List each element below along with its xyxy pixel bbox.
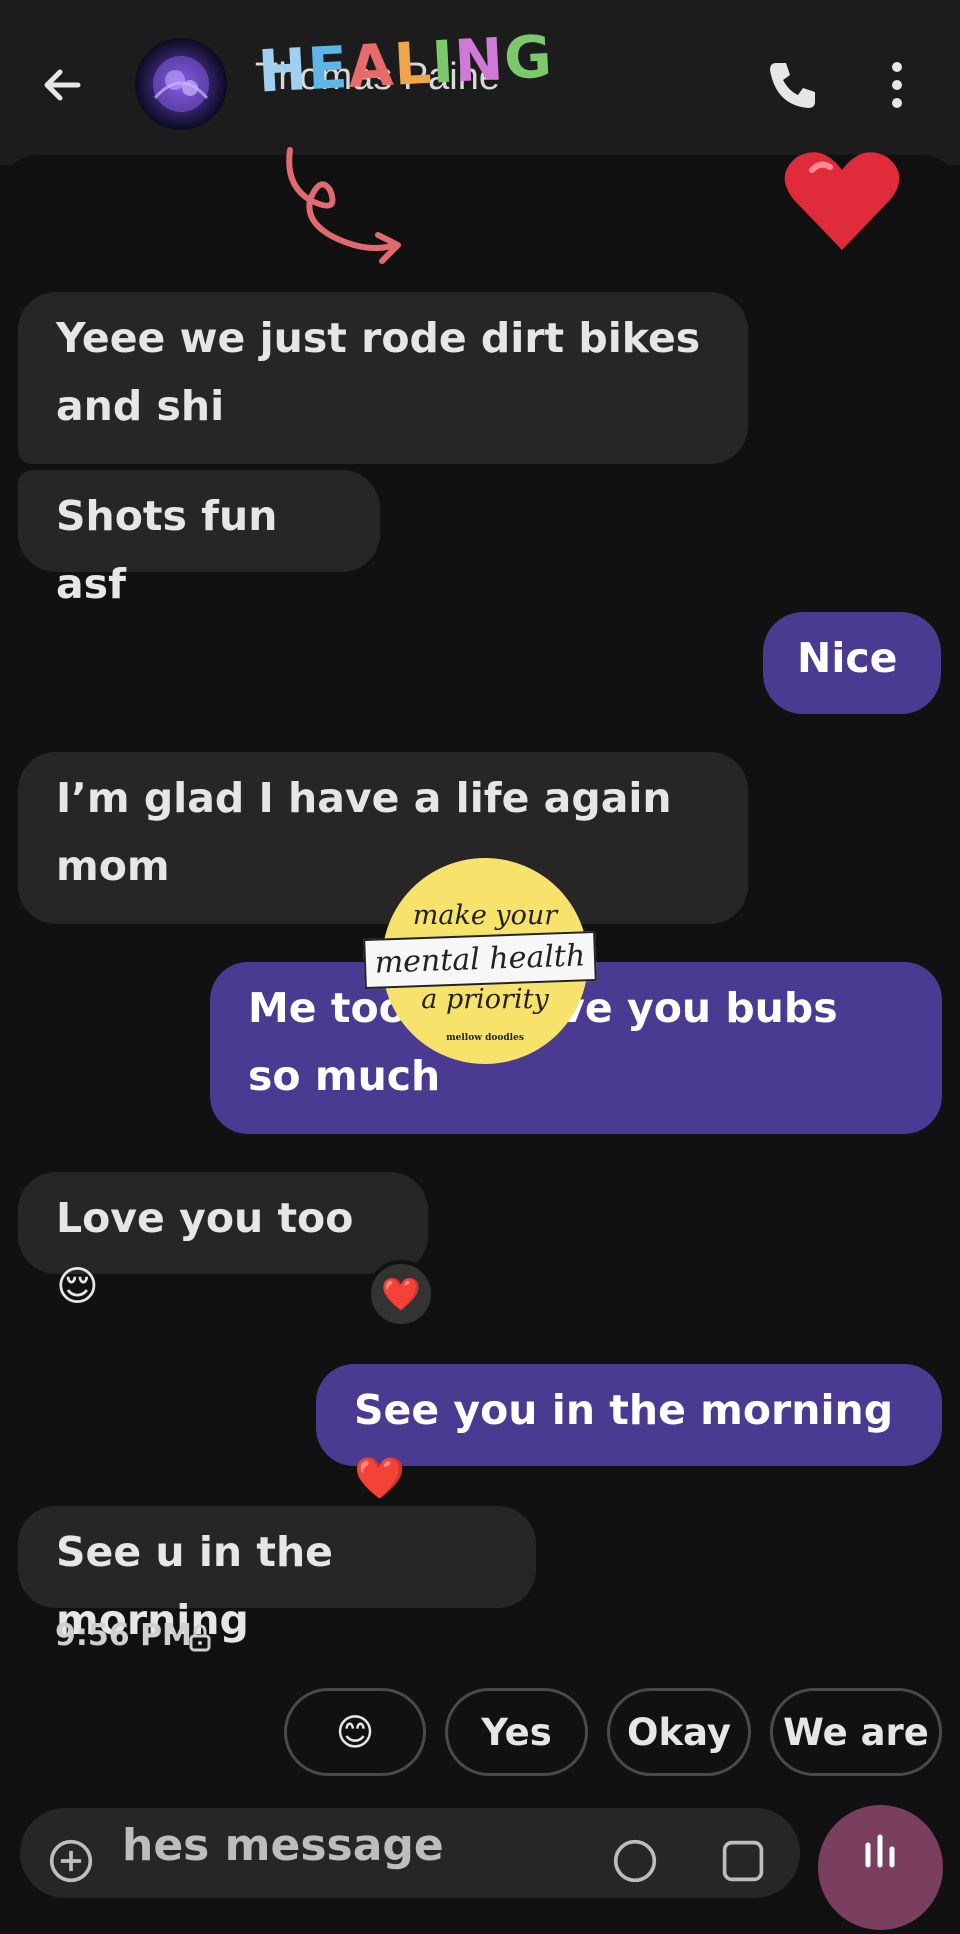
message-text: mom — [56, 842, 170, 890]
message-text: so much — [248, 1052, 441, 1100]
healing-letter: H — [256, 35, 310, 106]
avatar-image — [153, 56, 209, 112]
smart-reply-label: Yes — [481, 1710, 552, 1754]
smart-reply-label: 😊 — [335, 1710, 375, 1754]
smart-reply-label: Okay — [626, 1710, 731, 1754]
message-bubble-outgoing[interactable]: Nice — [763, 612, 941, 714]
heart-reaction-badge[interactable]: ❤️ — [367, 1260, 435, 1328]
message-input[interactable]: hes message — [122, 1820, 444, 1871]
back-arrow-icon[interactable] — [38, 60, 88, 110]
message-text: See you in the morning ❤️ — [354, 1386, 894, 1502]
gallery-icon[interactable] — [720, 1838, 766, 1884]
healing-letter: L — [392, 28, 434, 99]
healing-letter: E — [305, 33, 351, 104]
healing-letter: G — [502, 22, 555, 93]
message-bubble-incoming[interactable]: I’m glad I have a life again mom — [18, 752, 748, 924]
sticker-line-2: mental health — [363, 930, 597, 990]
smart-reply-yes[interactable]: Yes — [445, 1688, 588, 1776]
smart-reply-label: We are — [783, 1710, 929, 1754]
curly-arrow-icon — [286, 147, 401, 264]
message-bubble-incoming[interactable]: See u in the morning — [18, 1506, 536, 1644]
message-text: Nice — [797, 634, 898, 682]
more-options-icon[interactable] — [882, 55, 912, 115]
phone-icon[interactable] — [762, 55, 822, 115]
add-icon[interactable] — [48, 1838, 94, 1884]
smart-reply-emoji[interactable]: 😊 — [284, 1688, 426, 1776]
message-timestamp: 9:56 PM — [55, 1618, 192, 1653]
message-text: Shots fun asf — [56, 492, 278, 608]
message-text: and shi — [56, 382, 225, 430]
message-text: I’m glad I have a life again — [56, 774, 672, 822]
contact-avatar[interactable] — [135, 38, 227, 130]
waveform-icon — [865, 1834, 895, 1868]
sticker-line-3: a priority — [421, 984, 549, 1015]
message-bubble-outgoing[interactable]: See you in the morning ❤️ — [316, 1364, 942, 1502]
message-text: Yeee we just rode dirt bikes — [56, 314, 701, 362]
healing-letter: A — [346, 30, 396, 101]
message-bubble-incoming[interactable]: Love you too 😌 — [18, 1172, 428, 1310]
heart-sticker-icon — [784, 152, 900, 250]
smart-reply-we-are[interactable]: We are — [770, 1688, 942, 1776]
lock-icon — [189, 1624, 211, 1652]
reaction-emoji: ❤️ — [381, 1275, 421, 1313]
voice-record-button[interactable] — [818, 1805, 943, 1930]
message-bubble-incoming[interactable]: Yeee we just rode dirt bikes and shi — [18, 292, 748, 464]
sticker-credit: mellow doodles — [446, 1033, 524, 1043]
message-text: Love you too 😌 — [56, 1194, 354, 1310]
smart-reply-okay[interactable]: Okay — [607, 1688, 751, 1776]
sticker-line-1: make your — [412, 900, 558, 931]
healing-letter: N — [452, 24, 506, 96]
emoji-icon[interactable] — [612, 1838, 658, 1884]
message-bubble-incoming[interactable]: Shots fun asf — [18, 470, 380, 608]
